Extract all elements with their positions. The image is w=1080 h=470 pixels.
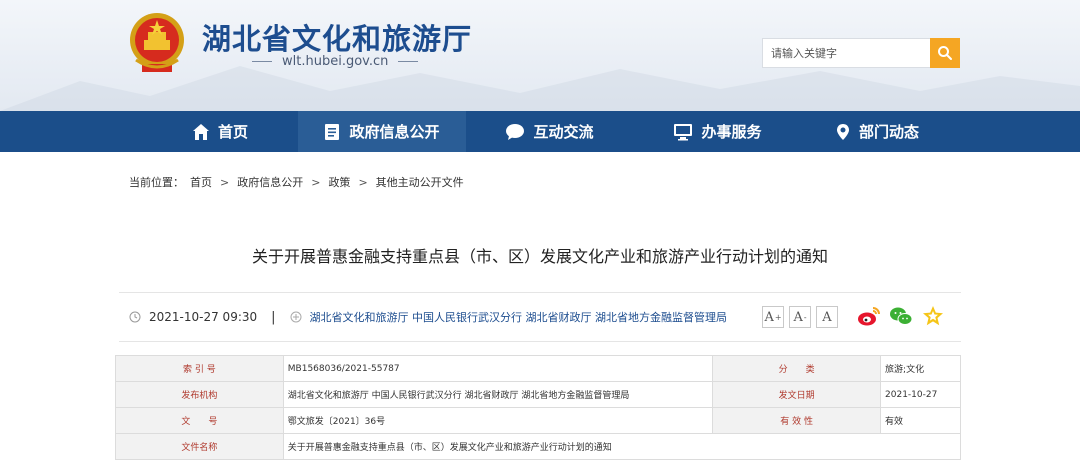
- publish-time: 2021-10-27 09:30: [129, 310, 257, 324]
- search-icon: [938, 46, 952, 60]
- font-button-label: A: [793, 309, 803, 325]
- search-input[interactable]: [763, 39, 930, 67]
- publish-datetime: 2021-10-27 09:30: [149, 310, 258, 324]
- site-url-row: wlt.hubei.gov.cn: [252, 54, 419, 69]
- main-nav: 首页 政府信息公开 互动交流 办事服务 部门动态: [0, 111, 1080, 152]
- divider-line: [398, 61, 419, 62]
- breadcrumb: 当前位置： 首页 > 政府信息公开 > 政策 > 其他主动公开文件: [129, 174, 464, 190]
- index-number-label: 索 引 号: [115, 355, 284, 382]
- breadcrumb-separator: >: [311, 175, 321, 189]
- clock-icon: [129, 311, 141, 323]
- breadcrumb-separator: >: [358, 175, 368, 189]
- article-meta-row: 2021-10-27 09:30 | 湖北省文化和旅游厅 中国人民银行武汉分行 …: [119, 292, 961, 342]
- national-emblem-icon: [130, 13, 184, 72]
- breadcrumb-item-home[interactable]: 首页: [190, 174, 212, 190]
- nav-item-dept-news[interactable]: 部门动态: [802, 111, 953, 152]
- article-title: 关于开展普惠金融支持重点县（市、区）发展文化产业和旅游产业行动计划的通知: [251, 247, 828, 266]
- monitor-icon: [674, 123, 693, 140]
- issue-date-value: 2021-10-27: [880, 381, 961, 408]
- font-button-label: A: [764, 309, 774, 325]
- source-text: 湖北省文化和旅游厅 中国人民银行武汉分行 湖北省财政厅 湖北省地方金融监督管理局: [309, 311, 728, 324]
- search-button[interactable]: [930, 38, 960, 68]
- nav-label: 政府信息公开: [349, 123, 440, 141]
- table-row: 发布机构 湖北省文化和旅游厅 中国人民银行武汉分行 湖北省财政厅 湖北省地方金融…: [115, 381, 961, 408]
- favorite-button[interactable]: [921, 304, 945, 328]
- font-button-sup: -: [803, 312, 807, 322]
- nav-item-services[interactable]: 办事服务: [634, 111, 802, 152]
- breadcrumb-item-gov-info[interactable]: 政府信息公开: [237, 174, 303, 190]
- file-name-value: 关于开展普惠金融支持重点县（市、区）发展文化产业和旅游产业行动计划的通知: [282, 433, 962, 460]
- document-icon: [325, 123, 340, 140]
- share-wechat-button[interactable]: [889, 304, 913, 328]
- document-info-table: 索 引 号 MB1568036/2021-55787 分 类 旅游;文化 发布机…: [115, 355, 962, 460]
- font-reset-button[interactable]: A: [816, 306, 838, 328]
- table-row: 文 号 鄂文旅发〔2021〕36号 有 效 性 有效: [115, 407, 961, 434]
- validity-label: 有 效 性: [712, 407, 882, 434]
- site-title[interactable]: 湖北省文化和旅游厅: [202, 16, 472, 58]
- weibo-icon: [858, 307, 880, 326]
- nav-label: 办事服务: [701, 123, 762, 141]
- font-increase-button[interactable]: A +: [762, 306, 784, 328]
- category-value: 旅游;文化: [880, 355, 961, 382]
- share-weibo-button[interactable]: [857, 304, 881, 328]
- nav-item-interaction[interactable]: 互动交流: [466, 111, 634, 152]
- file-name-label: 文件名称: [115, 433, 284, 460]
- validity-value: 有效: [880, 407, 961, 434]
- category-label: 分 类: [712, 355, 882, 382]
- meta-divider: |: [271, 309, 276, 325]
- site-url: wlt.hubei.gov.cn: [282, 54, 389, 69]
- table-row: 索 引 号 MB1568036/2021-55787 分 类 旅游;文化: [115, 355, 961, 382]
- nav-label: 互动交流: [533, 123, 594, 141]
- site-header: 湖北省文化和旅游厅 wlt.hubei.gov.cn: [0, 0, 1080, 111]
- nav-item-home[interactable]: 首页: [143, 111, 298, 152]
- home-icon: [192, 123, 209, 140]
- issue-date-label: 发文日期: [712, 381, 882, 408]
- table-row: 文件名称 关于开展普惠金融支持重点县（市、区）发展文化产业和旅游产业行动计划的通…: [115, 433, 962, 460]
- breadcrumb-prefix: 当前位置：: [129, 176, 184, 189]
- location-pin-icon: [836, 123, 849, 140]
- publisher-value: 湖北省文化和旅游厅 中国人民银行武汉分行 湖北省财政厅 湖北省地方金融监督管理局: [282, 381, 714, 408]
- nav-label: 首页: [217, 123, 248, 141]
- chat-bubble-icon: [506, 123, 525, 140]
- breadcrumb-item-policy[interactable]: 政策: [328, 174, 350, 190]
- index-number-value: MB1568036/2021-55787: [282, 355, 714, 382]
- source-icon: [290, 311, 302, 323]
- nav-item-gov-info[interactable]: 政府信息公开: [297, 111, 466, 152]
- font-button-sup: +: [774, 312, 782, 322]
- search-box: [762, 38, 960, 68]
- article-source: 湖北省文化和旅游厅 中国人民银行武汉分行 湖北省财政厅 湖北省地方金融监督管理局: [290, 309, 728, 325]
- favorite-star-icon: [923, 306, 943, 326]
- font-decrease-button[interactable]: A-: [789, 306, 811, 328]
- breadcrumb-item-other-docs[interactable]: 其他主动公开文件: [376, 174, 464, 190]
- wechat-icon: [890, 307, 913, 325]
- doc-number-value: 鄂文旅发〔2021〕36号: [282, 407, 714, 434]
- nav-label: 部门动态: [858, 123, 919, 141]
- breadcrumb-separator: >: [220, 175, 230, 189]
- share-icons: [857, 304, 945, 328]
- font-size-controls: A + A- A: [762, 306, 838, 328]
- divider-line: [252, 61, 272, 62]
- publisher-label: 发布机构: [115, 381, 284, 408]
- font-button-label: A: [822, 309, 832, 325]
- doc-number-label: 文 号: [115, 407, 284, 434]
